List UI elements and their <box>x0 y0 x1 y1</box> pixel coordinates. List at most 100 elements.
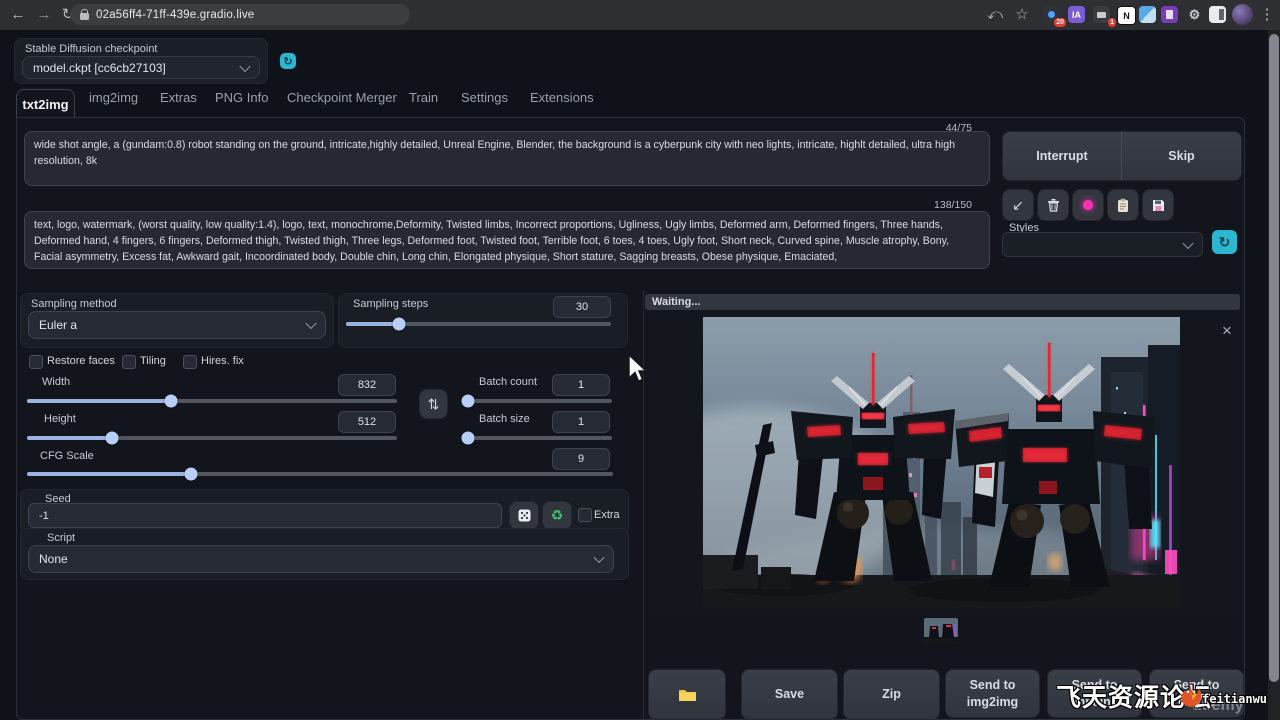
seed-input[interactable]: -1 <box>28 503 502 528</box>
slider-handle[interactable] <box>462 395 475 408</box>
address-bar[interactable]: 02a56ff4-71ff-439e.gradio.live <box>70 4 410 25</box>
negative-token-counter: 138/150 <box>880 199 972 211</box>
scrollbar-track[interactable] <box>1268 30 1280 720</box>
swap-dimensions-button[interactable]: ⇅ <box>419 389 448 419</box>
interrupt-button[interactable]: Interrupt <box>1002 131 1122 181</box>
tab-txt2img[interactable]: txt2img <box>16 89 75 118</box>
slider-handle[interactable] <box>106 432 119 445</box>
column-divider <box>643 290 644 719</box>
save-style-button[interactable] <box>1142 189 1174 221</box>
sampling-steps-label: Sampling steps <box>353 298 428 310</box>
send-to-inpaint-button[interactable]: Send to inpaint <box>1047 669 1142 718</box>
chevron-down-icon <box>305 318 316 329</box>
negative-prompt-textarea[interactable]: text, logo, watermark, (worst quality, l… <box>24 211 990 269</box>
browser-toolbar: ← → ↻ 02a56ff4-71ff-439e.gradio.live ⤺ ☆… <box>0 0 1280 30</box>
styles-refresh-button[interactable]: ↻ <box>1212 230 1237 254</box>
sampling-method-dropdown[interactable]: Euler a <box>28 311 326 339</box>
arrow-down-left-icon: ↙ <box>1012 197 1024 214</box>
extension-image-icon[interactable] <box>1139 6 1156 23</box>
zip-button[interactable]: Zip <box>843 669 940 720</box>
extension-ia-icon[interactable]: IA <box>1068 6 1085 23</box>
bookmark-star-icon[interactable]: ☆ <box>1012 4 1032 24</box>
udemy-watermark: udemy <box>1192 697 1244 715</box>
open-folder-button[interactable] <box>648 669 726 720</box>
extensions-puzzle-icon[interactable]: ⚙ <box>1186 6 1203 23</box>
extra-networks-icon <box>1083 200 1093 210</box>
paste-params-button[interactable]: ↙ <box>1002 189 1034 221</box>
tab-extensions[interactable]: Extensions <box>530 90 594 105</box>
batch-size-value[interactable]: 1 <box>552 411 610 433</box>
extension-pin-icon[interactable]: 20 <box>1043 6 1060 23</box>
checkpoint-dropdown[interactable]: model.ckpt [cc6cb27103] <box>22 56 260 79</box>
tab-extras[interactable]: Extras <box>160 90 197 105</box>
clear-prompt-button[interactable] <box>1037 189 1069 221</box>
chevron-down-icon <box>593 552 604 563</box>
random-seed-button[interactable] <box>509 501 539 530</box>
batch-count-label: Batch count <box>479 376 537 388</box>
styles-dropdown[interactable] <box>1002 232 1203 257</box>
send-to-img2img-button[interactable]: Send to img2img <box>945 669 1040 718</box>
cfg-scale-label: CFG Scale <box>40 450 94 462</box>
generated-image[interactable] <box>703 317 1180 608</box>
sampling-method-value: Euler a <box>39 318 77 332</box>
tab-train[interactable]: Train <box>409 90 438 105</box>
sidepanel-icon[interactable] <box>1209 6 1226 23</box>
apply-style-button[interactable] <box>1107 189 1139 221</box>
swap-arrows-icon: ⇅ <box>428 396 440 413</box>
save-button[interactable]: Save <box>741 669 838 720</box>
hires-fix-checkbox[interactable] <box>183 355 197 369</box>
menu-kebab-icon[interactable]: ⋮ <box>1257 4 1277 24</box>
extension-notion-icon[interactable]: N <box>1117 6 1136 25</box>
hires-fix-label: Hires. fix <box>201 355 244 367</box>
tab-settings[interactable]: Settings <box>461 90 508 105</box>
skip-button[interactable]: Skip <box>1121 131 1242 181</box>
checkpoint-label: Stable Diffusion checkpoint <box>25 43 158 55</box>
tab-checkpoint-merger[interactable]: Checkpoint Merger <box>287 90 397 105</box>
sampling-steps-value[interactable]: 30 <box>553 296 611 318</box>
forward-icon[interactable]: → <box>34 4 54 24</box>
reuse-seed-button[interactable]: ♻ <box>542 501 572 530</box>
recycle-icon: ♻ <box>551 507 564 524</box>
script-dropdown[interactable]: None <box>28 545 614 573</box>
dice-icon <box>518 509 531 522</box>
batch-size-slider[interactable] <box>462 431 612 444</box>
progress-status-text: Waiting... <box>652 296 700 308</box>
extension-camera-icon[interactable]: 1 <box>1093 6 1110 23</box>
profile-avatar[interactable] <box>1232 4 1253 25</box>
back-icon[interactable]: ← <box>8 4 28 24</box>
gallery-thumbnail[interactable] <box>924 618 958 644</box>
url-text: 02a56ff4-71ff-439e.gradio.live <box>96 9 254 21</box>
prompt-textarea[interactable]: wide shot angle, a (gundam:0.8) robot st… <box>24 131 990 186</box>
batch-count-value[interactable]: 1 <box>552 374 610 396</box>
tab-img2img[interactable]: img2img <box>89 90 138 105</box>
progress-bar: Waiting... <box>645 294 1240 310</box>
floppy-disk-icon <box>1152 199 1165 212</box>
tab-png-info[interactable]: PNG Info <box>215 90 268 105</box>
checkpoint-refresh-button[interactable]: ↻ <box>280 53 296 69</box>
tiling-checkbox[interactable] <box>122 355 136 369</box>
stable-diffusion-webui: ← → ↻ 02a56ff4-71ff-439e.gradio.live ⤺ ☆… <box>0 0 1280 720</box>
extension-onenote-icon[interactable] <box>1161 6 1178 23</box>
slider-handle[interactable] <box>462 432 475 445</box>
close-icon[interactable]: × <box>1217 321 1237 341</box>
height-slider[interactable] <box>27 431 397 444</box>
slider-handle[interactable] <box>165 395 178 408</box>
share-icon[interactable]: ⤺ <box>985 4 1005 24</box>
width-label: Width <box>42 376 70 388</box>
height-value[interactable]: 512 <box>338 411 396 433</box>
chevron-down-icon <box>1182 237 1193 248</box>
scrollbar-thumb[interactable] <box>1269 34 1279 682</box>
checkpoint-block: Stable Diffusion checkpoint model.ckpt [… <box>14 38 268 84</box>
slider-handle[interactable] <box>393 318 406 331</box>
sampling-method-label: Sampling method <box>31 298 117 310</box>
restore-faces-checkbox[interactable] <box>29 355 43 369</box>
batch-count-slider[interactable] <box>462 394 612 407</box>
width-slider[interactable] <box>27 394 397 407</box>
cfg-scale-slider[interactable] <box>27 467 613 480</box>
extra-networks-button[interactable] <box>1072 189 1104 221</box>
sampling-steps-slider[interactable] <box>346 317 611 330</box>
slider-handle[interactable] <box>185 468 198 481</box>
extra-seed-checkbox[interactable] <box>578 508 592 522</box>
width-value[interactable]: 832 <box>338 374 396 396</box>
script-label: Script <box>47 532 75 544</box>
